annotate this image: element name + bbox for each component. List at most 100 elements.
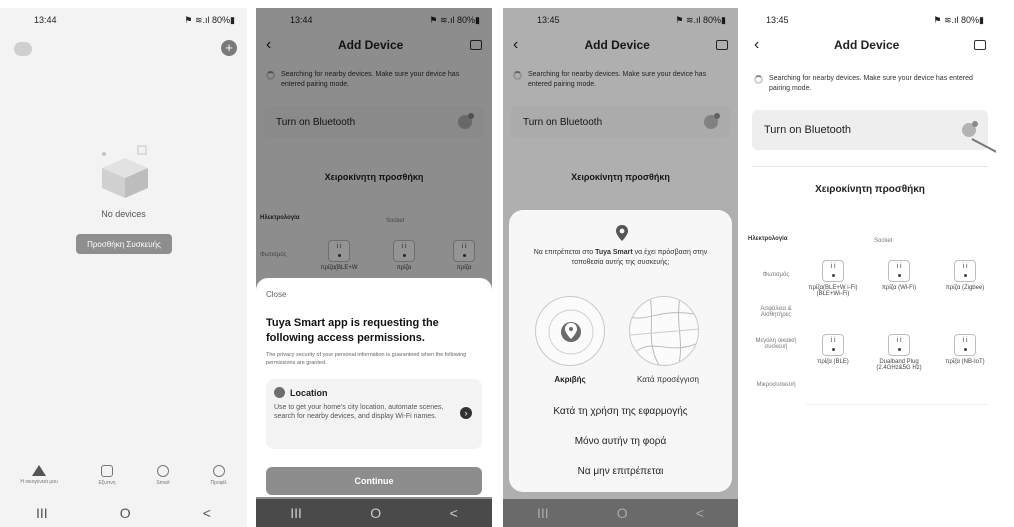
subcategory-socket: Socket (874, 238, 893, 244)
add-device-button[interactable]: Προσθήκη Συσκευής (76, 234, 172, 254)
status-bar: 13:44 ⚑ ≋.ıl 80%▮ (0, 8, 247, 32)
chevron-right-icon[interactable]: › (460, 407, 472, 419)
scan-icon[interactable] (974, 40, 986, 50)
empty-box-icon (102, 145, 148, 198)
bluetooth-label: Turn on Bluetooth (764, 124, 852, 136)
location-pin-icon (616, 225, 628, 241)
recent-apps-button[interactable]: III (290, 505, 302, 521)
plug-icon (888, 334, 910, 356)
search-status: Searching for nearby devices. Make sure … (754, 74, 988, 94)
tab-smart[interactable]: Smart (156, 461, 170, 497)
plug-icon (822, 260, 844, 282)
home-icon (32, 465, 47, 476)
tab-home-label: Η οικογένειά μου (20, 479, 58, 485)
permission-description: Use to get your home's city location, au… (274, 404, 444, 421)
loading-spinner-icon (754, 75, 763, 84)
category-small-appliance[interactable]: Μικροσυσκευή (748, 382, 804, 388)
section-divider (752, 166, 988, 167)
approximate-label[interactable]: Κατά προσέγγιση (621, 375, 715, 384)
tab-scenes[interactable]: Εξυπνη (99, 461, 116, 497)
allow-while-using-button[interactable]: Κατά τη χρήση της εφαρμογής (509, 406, 732, 417)
phone-home-screen: 13:44 ⚑ ≋.ıl 80%▮ + No devices Προσθήκη … (0, 8, 247, 527)
back-button[interactable]: < (203, 505, 211, 521)
status-icons: ⚑ ≋.ıl 80%▮ (933, 14, 984, 25)
plug-icon (822, 334, 844, 356)
category-lighting[interactable]: Φωτισμός (748, 272, 804, 278)
phone-permissions-sheet: 13:44 ⚑ ≋.ıl 80%▮ ‹ Add Device Searching… (256, 8, 492, 527)
tab-smart-label: Smart (156, 480, 170, 486)
dialog-app-name: Tuya Smart (595, 249, 633, 256)
tab-home[interactable]: Η οικογένειά μου (20, 461, 58, 497)
device-label: Dualband Plug (2.4GHz&5G Hz) (876, 359, 922, 371)
bluetooth-icon (962, 121, 978, 137)
precise-location-option[interactable] (535, 296, 605, 366)
back-button[interactable]: < (450, 505, 458, 521)
system-nav-bar: III O < (503, 499, 738, 527)
device-tile[interactable]: πρίζα (Zigbee) (940, 260, 990, 291)
device-label: πρίζα (Zigbee) (945, 285, 985, 291)
close-link[interactable]: Close (266, 290, 286, 299)
category-large-appliance[interactable]: Μεγάλη οικιακή συσκευή (748, 338, 804, 350)
bluetooth-card[interactable]: Turn on Bluetooth (752, 110, 988, 150)
status-icons: ⚑ ≋.ıl 80%▮ (184, 14, 235, 25)
device-tile[interactable]: πρίζα (NB-IoT) (940, 334, 990, 365)
smart-icon (157, 465, 170, 477)
tab-profile[interactable]: Προφίλ (210, 461, 227, 497)
home-button[interactable]: O (617, 505, 628, 521)
search-text: Searching for nearby devices. Make sure … (769, 75, 973, 93)
add-plus-icon[interactable]: + (221, 40, 237, 56)
status-time: 13:45 (766, 15, 789, 25)
system-nav-bar: III O < (0, 499, 247, 527)
location-permission-dialog: Να επιτρέπεται στο Tuya Smart να έχει πρ… (509, 210, 732, 492)
dialog-question: Να επιτρέπεται στο Tuya Smart να έχει πρ… (523, 248, 718, 268)
approximate-location-option[interactable] (629, 296, 699, 366)
recent-apps-button[interactable]: III (36, 505, 48, 521)
empty-state-text: No devices (101, 209, 146, 219)
permission-title: Location (290, 387, 328, 398)
manual-add-heading: Χειροκίνητη προσθήκη (815, 184, 925, 195)
home-button[interactable]: O (370, 505, 381, 521)
device-tile[interactable]: πρίζα(BLE+W i-Fi) (BLE+Wi-Fi) (806, 260, 860, 297)
status-time: 13:44 (34, 15, 57, 25)
device-label: πρίζα (BLE) (817, 359, 849, 365)
device-tile[interactable]: πρίζα (BLE) (806, 334, 860, 365)
precise-map-icon (548, 309, 594, 355)
page-title: Add Device (833, 38, 900, 52)
plug-icon (954, 334, 976, 356)
device-label: πρίζα(BLE+W i-Fi) (BLE+Wi-Fi) (808, 285, 858, 297)
dialog-question-start: Να επιτρέπεται στο (533, 249, 596, 256)
bottom-tab-bar: Η οικογένειά μου Εξυπνη Smart Προφίλ (0, 461, 247, 497)
permissions-sheet: Close Tuya Smart app is requesting the f… (256, 278, 492, 497)
plug-icon (954, 260, 976, 282)
category-security[interactable]: Ασφάλεια & Αισθητήρες (748, 306, 804, 318)
recent-apps-button[interactable]: III (537, 505, 549, 521)
home-button[interactable]: O (120, 505, 131, 521)
location-permission-card: Location Use to get your home's city loc… (266, 379, 482, 449)
phone-location-dialog: 13:45 ⚑ ≋.ıl 80%▮ ‹ Add Device Searching… (503, 8, 738, 527)
device-label: πρίζα (Wi-Fi) (881, 285, 917, 291)
allow-once-button[interactable]: Μόνο αυτήν τη φορά (509, 436, 732, 447)
list-divider (806, 404, 988, 405)
status-bar: 13:45 ⚑ ≋.ıl 80%▮ (744, 8, 996, 32)
permissions-heading: Tuya Smart app is requesting the followi… (266, 317, 439, 344)
device-tile[interactable]: Dualband Plug (2.4GHz&5G Hz) (874, 334, 924, 371)
back-arrow-icon[interactable]: ‹ (754, 36, 759, 54)
approximate-map-icon (630, 297, 698, 365)
system-nav-bar: III O < (256, 499, 492, 527)
device-label: πρίζα (NB-IoT) (945, 359, 985, 365)
profile-icon (212, 465, 225, 477)
deny-button[interactable]: Να μην επιτρέπεται (509, 466, 732, 477)
phone-add-device: 13:45 ⚑ ≋.ıl 80%▮ ‹ Add Device Searching… (744, 8, 996, 527)
category-electrical[interactable]: Ηλεκτρολογία (748, 236, 788, 242)
precise-label[interactable]: Ακριβής (531, 375, 609, 384)
app-bar: ‹ Add Device (744, 32, 996, 58)
privacy-note: The privacy security of your personal in… (266, 352, 467, 366)
home-selector-icon[interactable] (14, 42, 32, 56)
tab-scenes-label: Εξυπνη (98, 480, 116, 486)
device-tile[interactable]: πρίζα (Wi-Fi) (874, 260, 924, 291)
continue-button[interactable]: Continue (266, 467, 482, 495)
location-arrow-icon (274, 387, 285, 398)
back-button[interactable]: < (696, 505, 704, 521)
check-square-icon (101, 465, 114, 477)
plug-icon (888, 260, 910, 282)
